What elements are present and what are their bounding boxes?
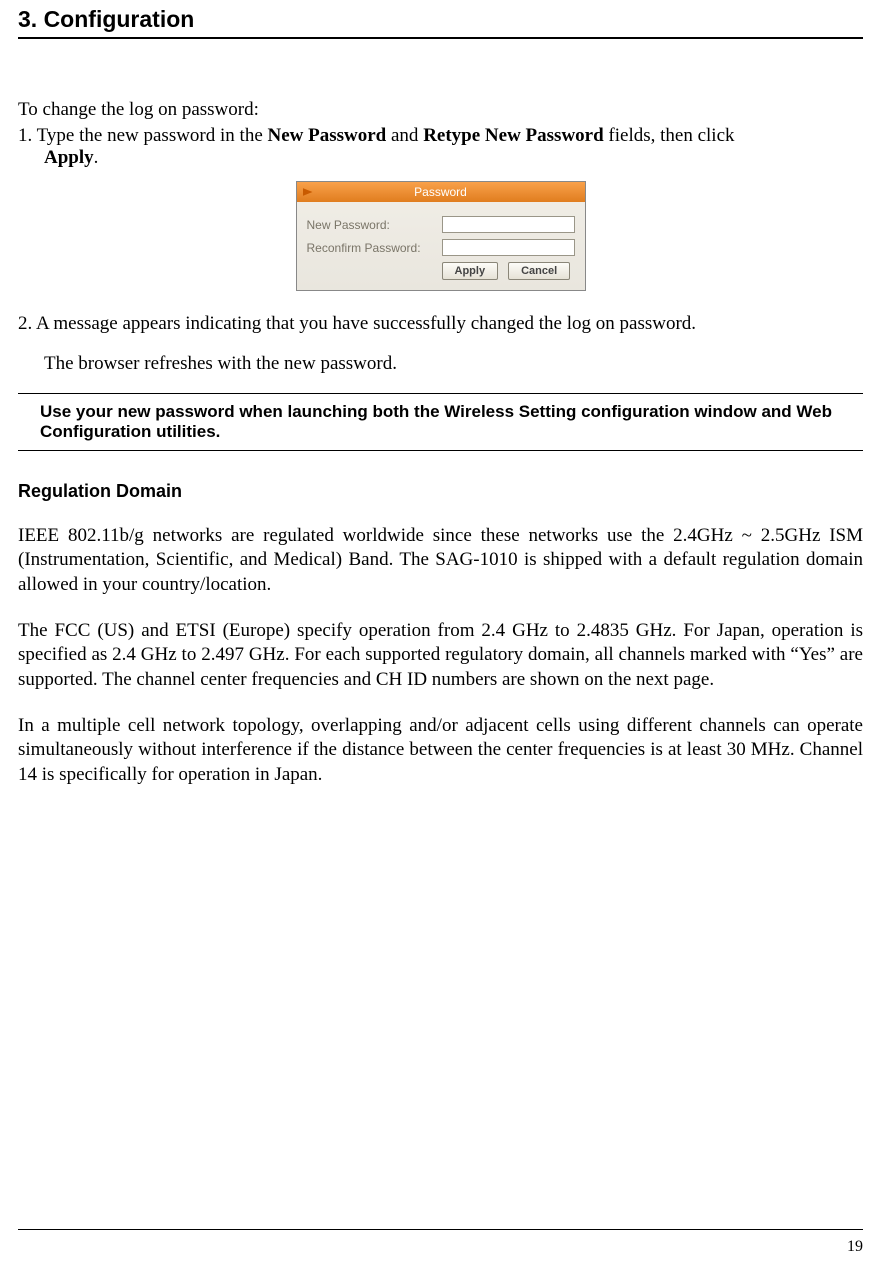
page-number: 19 — [847, 1238, 863, 1255]
panel-title-bar: Password — [297, 182, 585, 202]
step1-mid1: and — [386, 125, 423, 146]
step1-bold-apply: Apply — [44, 147, 94, 168]
cancel-button[interactable]: Cancel — [508, 262, 570, 280]
row-reconfirm-password: Reconfirm Password: — [307, 239, 575, 256]
paragraph-2: The FCC (US) and ETSI (Europe) specify o… — [18, 619, 863, 692]
page-header: 3. Configuration — [18, 0, 863, 39]
button-row: Apply Cancel — [307, 262, 575, 280]
step-1: 1. Type the new password in the New Pass… — [18, 125, 863, 169]
embedded-screenshot: Password New Password: Reconfirm Passwor… — [18, 181, 863, 291]
note-box: Use your new password when launching bot… — [18, 393, 863, 451]
label-new-password: New Password: — [307, 218, 442, 232]
page-footer: 19 — [18, 1229, 863, 1256]
step1-mid2: fields, then click — [604, 125, 735, 146]
step1-suffix: . — [94, 147, 99, 168]
paragraph-1: IEEE 802.11b/g networks are regulated wo… — [18, 524, 863, 597]
label-reconfirm-password: Reconfirm Password: — [307, 241, 442, 255]
input-reconfirm-password[interactable] — [442, 239, 575, 256]
panel-title: Password — [414, 185, 467, 199]
panel-body: New Password: Reconfirm Password: Apply … — [297, 202, 585, 290]
input-new-password[interactable] — [442, 216, 575, 233]
section-heading: Regulation Domain — [18, 481, 863, 502]
row-new-password: New Password: — [307, 216, 575, 233]
intro-text: To change the log on password: — [18, 99, 863, 121]
password-panel: Password New Password: Reconfirm Passwor… — [296, 181, 586, 291]
step1-prefix: 1. Type the new password in the — [18, 125, 268, 146]
page-title: 3. Configuration — [18, 6, 863, 33]
paragraph-3: In a multiple cell network topology, ove… — [18, 714, 863, 787]
step-2: 2. A message appears indicating that you… — [18, 313, 863, 335]
step-2-follow: The browser refreshes with the new passw… — [18, 353, 863, 375]
step1-bold-newpassword: New Password — [268, 125, 387, 146]
apply-button[interactable]: Apply — [442, 262, 499, 280]
step1-bold-retype: Retype New Password — [423, 125, 603, 146]
